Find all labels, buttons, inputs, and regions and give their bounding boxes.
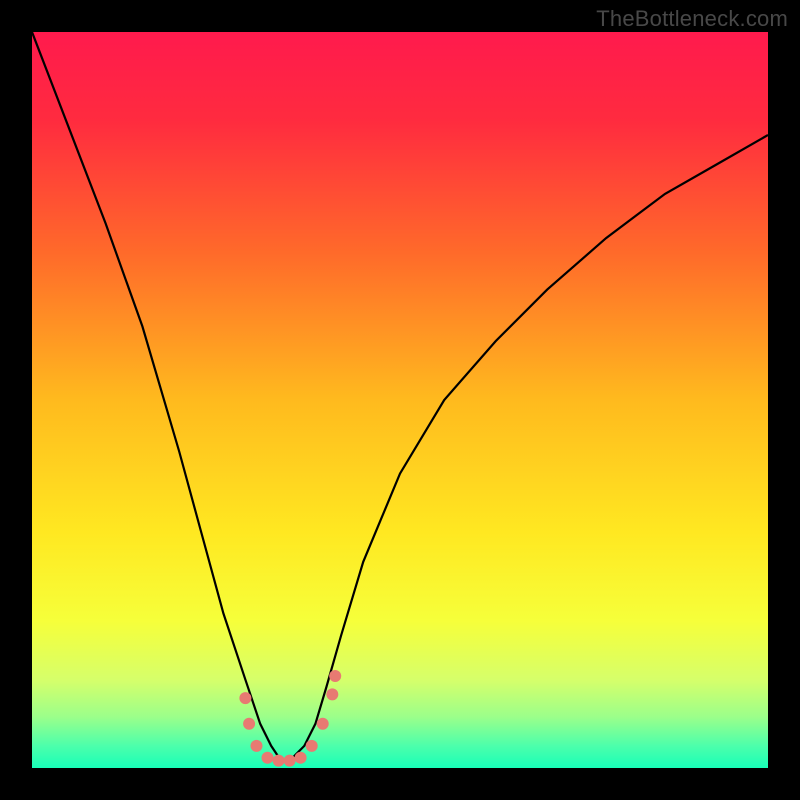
watermark-label: TheBottleneck.com: [596, 6, 788, 32]
emphasis-dot: [295, 752, 307, 764]
emphasis-dot: [329, 670, 341, 682]
emphasis-dot: [326, 688, 338, 700]
bottleneck-curve: [32, 32, 768, 761]
emphasis-dot: [243, 718, 255, 730]
emphasis-dot: [239, 692, 251, 704]
emphasis-dot: [273, 755, 285, 767]
emphasis-dot: [251, 740, 263, 752]
plot-area: [32, 32, 768, 768]
chart-frame: TheBottleneck.com: [0, 0, 800, 800]
emphasis-dot: [262, 752, 274, 764]
emphasis-dot: [306, 740, 318, 752]
curve-layer: [32, 32, 768, 768]
trough-emphasis-dots: [239, 670, 341, 767]
emphasis-dot: [317, 718, 329, 730]
emphasis-dot: [284, 755, 296, 767]
